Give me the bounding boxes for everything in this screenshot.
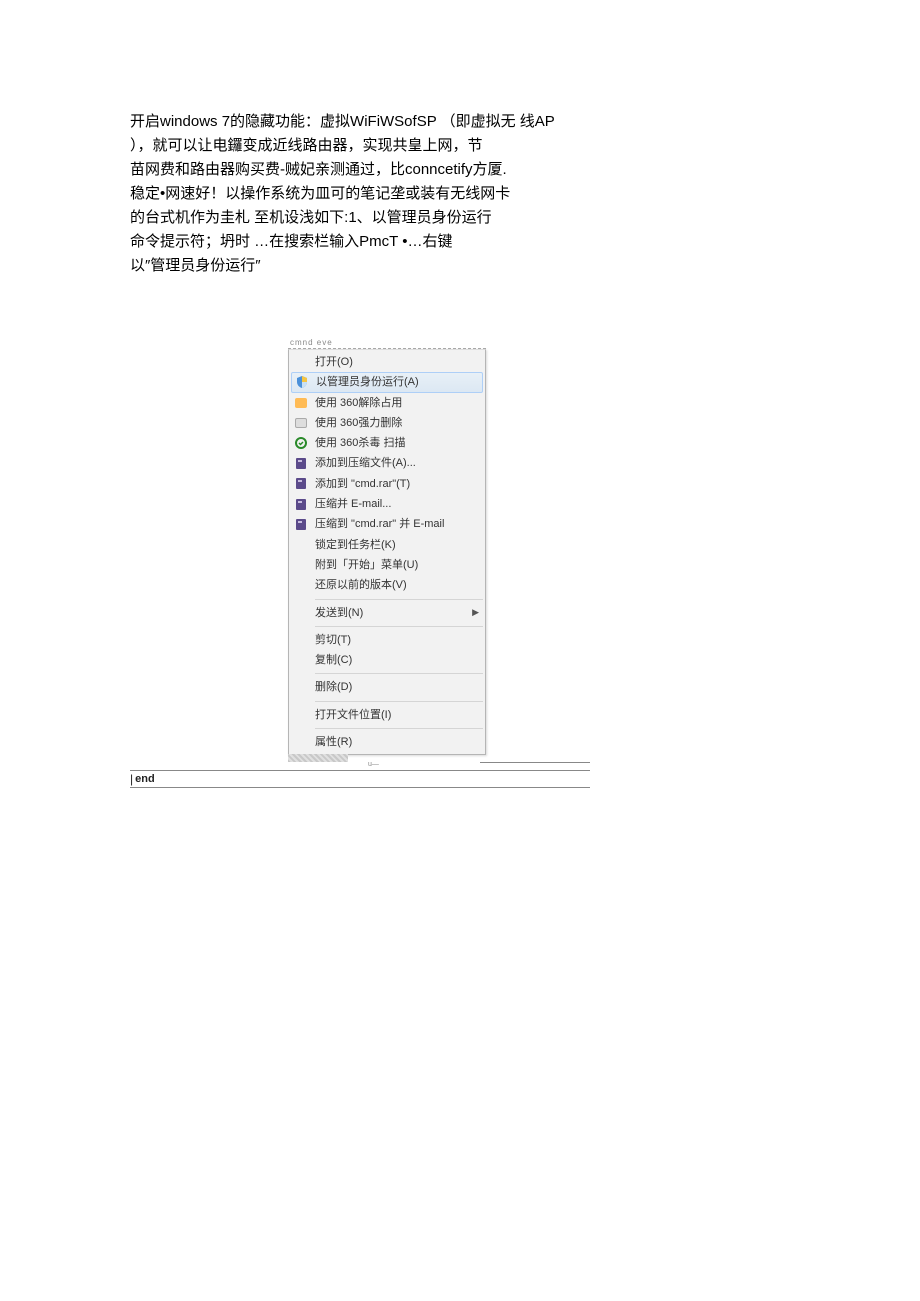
menu-label: 复制(C): [315, 653, 479, 667]
menu-item-compress-email[interactable]: 压缩并 E-mail...: [289, 494, 485, 514]
menu-label: 使用 360强力删除: [315, 416, 479, 430]
menu-item-delete[interactable]: 删除(D): [289, 677, 485, 697]
menu-label: 删除(D): [315, 680, 479, 694]
instruction-paragraph: 开启windows 7的隐藏功能：虚拟WiFiWSofSP （即虚拟无 线AP …: [130, 110, 660, 278]
menu-label: 使用 360杀毒 扫描: [315, 436, 479, 450]
menu-label: 压缩并 E-mail...: [315, 497, 479, 511]
blank-icon: [293, 735, 309, 749]
menu-separator: [315, 599, 483, 600]
footer-tiny-mark: u—: [368, 761, 379, 768]
menu-label: 使用 360解除占用: [315, 396, 479, 410]
archive-icon: [293, 457, 309, 471]
menu-label: 压缩到 "cmd.rar" 并 E-mail: [315, 517, 479, 531]
menu-item-open-location[interactable]: 打开文件位置(I): [289, 705, 485, 725]
menu-label: 打开(O): [315, 355, 479, 369]
menu-item-360-scan[interactable]: 使用 360杀毒 扫描: [289, 433, 485, 453]
archive-icon: [293, 497, 309, 511]
para-line: 命令提示符；坍时 …在搜索栏输入PmcT •…右键: [130, 230, 660, 254]
menu-label: 剪切(T): [315, 633, 479, 647]
blank-icon: [293, 653, 309, 667]
menu-label: 添加到压缩文件(A)...: [315, 456, 479, 470]
blank-icon: [293, 538, 309, 552]
context-menu-container: cmnd eve 打开(O) 以管理员身份运行(A) 使用 360解除占用 使用…: [288, 338, 486, 762]
menu-label: 锁定到任务栏(K): [315, 538, 479, 552]
square-orange-icon: [293, 396, 309, 410]
menu-item-open[interactable]: 打开(O): [289, 352, 485, 372]
end-label-row: | end: [130, 771, 590, 787]
chevron-right-icon: ▶: [472, 607, 479, 619]
end-label: end: [135, 774, 155, 785]
divider-line: [480, 762, 590, 763]
menu-item-360-unlock[interactable]: 使用 360解除占用: [289, 393, 485, 413]
para-line: 的台式机作为圭札 至机设浅如下:1、以管理员身份运行: [130, 206, 660, 230]
pipe-icon: |: [130, 773, 133, 785]
blank-icon: [293, 578, 309, 592]
menu-item-add-to-archive[interactable]: 添加到压缩文件(A)...: [289, 453, 485, 473]
blank-icon: [293, 633, 309, 647]
menu-label: 还原以前的版本(V): [315, 578, 479, 592]
menu-item-send-to[interactable]: 发送到(N) ▶: [289, 603, 485, 623]
menu-item-pin-start[interactable]: 附到「开始」菜单(U): [289, 555, 485, 575]
para-line: 苗网费和路由器购买费-贼妃亲测通过，比conncetify方厦.: [130, 158, 660, 182]
menu-footer-strip: [288, 754, 348, 762]
para-line: ），就可以让电鑼变成近线路由器，实现共皇上网，节: [130, 134, 660, 158]
blank-icon: [293, 708, 309, 722]
context-menu: 打开(O) 以管理员身份运行(A) 使用 360解除占用 使用 360强力删除 …: [288, 349, 486, 755]
menu-label: 添加到 "cmd.rar"(T): [315, 477, 479, 491]
footer-area: u— | end: [130, 766, 590, 788]
menu-item-cut[interactable]: 剪切(T): [289, 630, 485, 650]
menu-item-properties[interactable]: 属性(R): [289, 732, 485, 752]
menu-separator: [315, 701, 483, 702]
menu-label: 属性(R): [315, 735, 479, 749]
para-line: 开启windows 7的隐藏功能：虚拟WiFiWSofSP （即虚拟无 线AP: [130, 110, 660, 134]
divider-line: [130, 787, 590, 788]
menu-separator: [315, 673, 483, 674]
menu-header-label: cmnd eve: [288, 338, 486, 349]
menu-separator: [315, 626, 483, 627]
menu-separator: [315, 728, 483, 729]
menu-label: 附到「开始」菜单(U): [315, 558, 479, 572]
archive-icon: [293, 518, 309, 532]
blank-icon: [293, 558, 309, 572]
menu-item-compress-to-email[interactable]: 压缩到 "cmd.rar" 并 E-mail: [289, 514, 485, 534]
blank-icon: [293, 606, 309, 620]
blank-icon: [293, 681, 309, 695]
menu-item-360-force-delete[interactable]: 使用 360强力删除: [289, 413, 485, 433]
archive-icon: [293, 477, 309, 491]
square-grey-icon: [293, 416, 309, 430]
menu-item-pin-taskbar[interactable]: 锁定到任务栏(K): [289, 535, 485, 555]
menu-label: 以管理员身份运行(A): [316, 375, 478, 389]
menu-item-copy[interactable]: 复制(C): [289, 650, 485, 670]
menu-label: 打开文件位置(I): [315, 708, 479, 722]
menu-item-restore[interactable]: 还原以前的版本(V): [289, 575, 485, 595]
menu-item-run-as-admin[interactable]: 以管理员身份运行(A): [291, 372, 483, 392]
para-line: 稳定•网速好！以操作系统为皿可的笔记垄或装有无线网卡: [130, 182, 660, 206]
para-line: 以″管理员身份运行″: [130, 254, 660, 278]
menu-item-add-to-cmd-rar[interactable]: 添加到 "cmd.rar"(T): [289, 474, 485, 494]
blank-icon: [293, 355, 309, 369]
scan-icon: [293, 436, 309, 450]
menu-label: 发送到(N): [315, 606, 472, 620]
shield-icon: [294, 375, 310, 389]
